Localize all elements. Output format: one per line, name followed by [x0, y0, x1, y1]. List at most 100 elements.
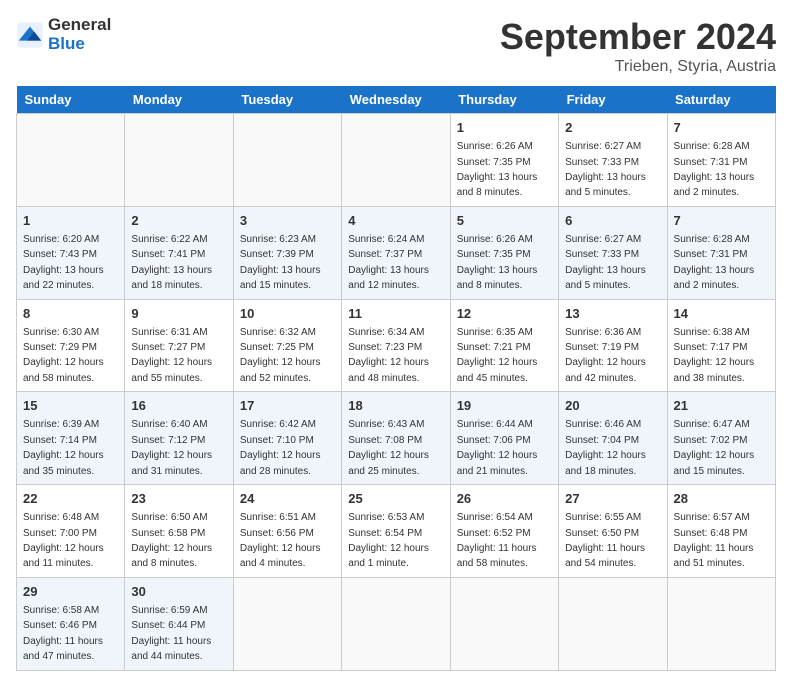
weekday-header-thursday: Thursday [450, 86, 558, 114]
day-detail: Sunrise: 6:43 AM Sunset: 7:08 PM Dayligh… [348, 419, 429, 476]
calendar-cell: 26 Sunrise: 6:54 AM Sunset: 6:52 PM Dayli… [450, 485, 558, 578]
calendar-cell [559, 577, 667, 670]
day-number: 7 [674, 119, 769, 137]
calendar-cell: 27 Sunrise: 6:55 AM Sunset: 6:50 PM Dayli… [559, 485, 667, 578]
day-number: 26 [457, 490, 552, 508]
day-number: 28 [674, 490, 769, 508]
day-detail: Sunrise: 6:31 AM Sunset: 7:27 PM Dayligh… [131, 327, 212, 384]
day-detail: Sunrise: 6:57 AM Sunset: 6:48 PM Dayligh… [674, 512, 754, 569]
day-detail: Sunrise: 6:50 AM Sunset: 6:58 PM Dayligh… [131, 512, 212, 569]
calendar-cell: 12Sunrise: 6:35 AM Sunset: 7:21 PM Dayli… [450, 299, 558, 392]
calendar-cell: 21Sunrise: 6:47 AM Sunset: 7:02 PM Dayli… [667, 392, 775, 485]
calendar-cell [450, 577, 558, 670]
calendar-cell [342, 114, 450, 207]
weekday-header-wednesday: Wednesday [342, 86, 450, 114]
calendar-cell: 29Sunrise: 6:58 AM Sunset: 6:46 PM Dayli… [17, 577, 125, 670]
day-number: 2 [565, 119, 660, 137]
calendar-cell: 23 Sunrise: 6:50 AM Sunset: 6:58 PM Dayli… [125, 485, 233, 578]
calendar-cell: 1Sunrise: 6:26 AM Sunset: 7:35 PM Daylig… [450, 114, 558, 207]
day-detail: Sunrise: 6:22 AM Sunset: 7:41 PM Dayligh… [131, 234, 212, 291]
day-detail: Sunrise: 6:23 AM Sunset: 7:39 PM Dayligh… [240, 234, 321, 291]
day-number: 23 [131, 490, 226, 508]
calendar-cell: 3 Sunrise: 6:23 AM Sunset: 7:39 PM Daylig… [233, 206, 341, 299]
calendar-cell: 14Sunrise: 6:38 AM Sunset: 7:17 PM Dayli… [667, 299, 775, 392]
calendar-week-row: 15Sunrise: 6:39 AM Sunset: 7:14 PM Dayli… [17, 392, 776, 485]
calendar-cell: 4Sunrise: 6:24 AM Sunset: 7:37 PM Daylig… [342, 206, 450, 299]
calendar-cell [233, 577, 341, 670]
day-detail: Sunrise: 6:59 AM Sunset: 6:44 PM Dayligh… [131, 605, 211, 662]
day-detail: Sunrise: 6:26 AM Sunset: 7:35 PM Dayligh… [457, 234, 538, 291]
calendar-week-row: 1Sunrise: 6:26 AM Sunset: 7:35 PM Daylig… [17, 114, 776, 207]
calendar-cell [342, 577, 450, 670]
day-detail: Sunrise: 6:40 AM Sunset: 7:12 PM Dayligh… [131, 419, 212, 476]
logo-icon [16, 21, 44, 49]
day-number: 3 [240, 212, 335, 230]
logo: General Blue [16, 16, 111, 53]
day-detail: Sunrise: 6:20 AM Sunset: 7:43 PM Dayligh… [23, 234, 104, 291]
calendar-cell: 2 Sunrise: 6:22 AM Sunset: 7:41 PM Daylig… [125, 206, 233, 299]
day-number: 14 [674, 305, 769, 323]
calendar-week-row: 22 Sunrise: 6:48 AM Sunset: 7:00 PM Dayli… [17, 485, 776, 578]
day-number: 2 [131, 212, 226, 230]
weekday-header-sunday: Sunday [17, 86, 125, 114]
calendar-cell: 7Sunrise: 6:28 AM Sunset: 7:31 PM Daylig… [667, 114, 775, 207]
calendar-cell: 15Sunrise: 6:39 AM Sunset: 7:14 PM Dayli… [17, 392, 125, 485]
title-area: September 2024 Trieben, Styria, Austria [500, 16, 776, 76]
day-detail: Sunrise: 6:39 AM Sunset: 7:14 PM Dayligh… [23, 419, 104, 476]
day-number: 7 [674, 212, 769, 230]
weekday-header-row: SundayMondayTuesdayWednesdayThursdayFrid… [17, 86, 776, 114]
logo-text-blue: Blue [48, 35, 111, 54]
day-detail: Sunrise: 6:36 AM Sunset: 7:19 PM Dayligh… [565, 327, 646, 384]
day-number: 30 [131, 583, 226, 601]
calendar-cell: 16 Sunrise: 6:40 AM Sunset: 7:12 PM Dayli… [125, 392, 233, 485]
calendar-cell: 20Sunrise: 6:46 AM Sunset: 7:04 PM Dayli… [559, 392, 667, 485]
day-number: 22 [23, 490, 118, 508]
day-detail: Sunrise: 6:55 AM Sunset: 6:50 PM Dayligh… [565, 512, 645, 569]
calendar-week-row: 29Sunrise: 6:58 AM Sunset: 6:46 PM Dayli… [17, 577, 776, 670]
day-number: 18 [348, 397, 443, 415]
day-number: 8 [23, 305, 118, 323]
day-detail: Sunrise: 6:54 AM Sunset: 6:52 PM Dayligh… [457, 512, 537, 569]
day-number: 12 [457, 305, 552, 323]
calendar-cell [17, 114, 125, 207]
day-number: 1 [457, 119, 552, 137]
logo-text-general: General [48, 16, 111, 35]
calendar-cell: 13Sunrise: 6:36 AM Sunset: 7:19 PM Dayli… [559, 299, 667, 392]
calendar-week-row: 1Sunrise: 6:20 AM Sunset: 7:43 PM Daylig… [17, 206, 776, 299]
day-detail: Sunrise: 6:28 AM Sunset: 7:31 PM Dayligh… [674, 234, 755, 291]
day-detail: Sunrise: 6:53 AM Sunset: 6:54 PM Dayligh… [348, 512, 429, 569]
day-number: 21 [674, 397, 769, 415]
weekday-header-friday: Friday [559, 86, 667, 114]
day-number: 24 [240, 490, 335, 508]
day-detail: Sunrise: 6:32 AM Sunset: 7:25 PM Dayligh… [240, 327, 321, 384]
calendar-cell: 28 Sunrise: 6:57 AM Sunset: 6:48 PM Dayli… [667, 485, 775, 578]
day-number: 5 [457, 212, 552, 230]
day-detail: Sunrise: 6:44 AM Sunset: 7:06 PM Dayligh… [457, 419, 538, 476]
calendar-cell: 18 Sunrise: 6:43 AM Sunset: 7:08 PM Dayli… [342, 392, 450, 485]
calendar-week-row: 8 Sunrise: 6:30 AM Sunset: 7:29 PM Daylig… [17, 299, 776, 392]
day-number: 27 [565, 490, 660, 508]
day-detail: Sunrise: 6:30 AM Sunset: 7:29 PM Dayligh… [23, 327, 104, 384]
day-number: 9 [131, 305, 226, 323]
day-number: 19 [457, 397, 552, 415]
weekday-header-saturday: Saturday [667, 86, 775, 114]
calendar-cell: 22 Sunrise: 6:48 AM Sunset: 7:00 PM Dayli… [17, 485, 125, 578]
month-title: September 2024 [500, 16, 776, 58]
day-detail: Sunrise: 6:27 AM Sunset: 7:33 PM Dayligh… [565, 141, 646, 198]
day-number: 29 [23, 583, 118, 601]
calendar-cell [233, 114, 341, 207]
calendar-cell: 11Sunrise: 6:34 AM Sunset: 7:23 PM Dayli… [342, 299, 450, 392]
day-number: 10 [240, 305, 335, 323]
calendar-cell: 2 Sunrise: 6:27 AM Sunset: 7:33 PM Daylig… [559, 114, 667, 207]
day-detail: Sunrise: 6:46 AM Sunset: 7:04 PM Dayligh… [565, 419, 646, 476]
weekday-header-monday: Monday [125, 86, 233, 114]
day-number: 17 [240, 397, 335, 415]
day-detail: Sunrise: 6:42 AM Sunset: 7:10 PM Dayligh… [240, 419, 321, 476]
day-number: 6 [565, 212, 660, 230]
day-detail: Sunrise: 6:24 AM Sunset: 7:37 PM Dayligh… [348, 234, 429, 291]
day-detail: Sunrise: 6:51 AM Sunset: 6:56 PM Dayligh… [240, 512, 321, 569]
calendar-cell: 1Sunrise: 6:20 AM Sunset: 7:43 PM Daylig… [17, 206, 125, 299]
calendar-cell: 30 Sunrise: 6:59 AM Sunset: 6:44 PM Dayli… [125, 577, 233, 670]
day-number: 16 [131, 397, 226, 415]
day-detail: Sunrise: 6:48 AM Sunset: 7:00 PM Dayligh… [23, 512, 104, 569]
